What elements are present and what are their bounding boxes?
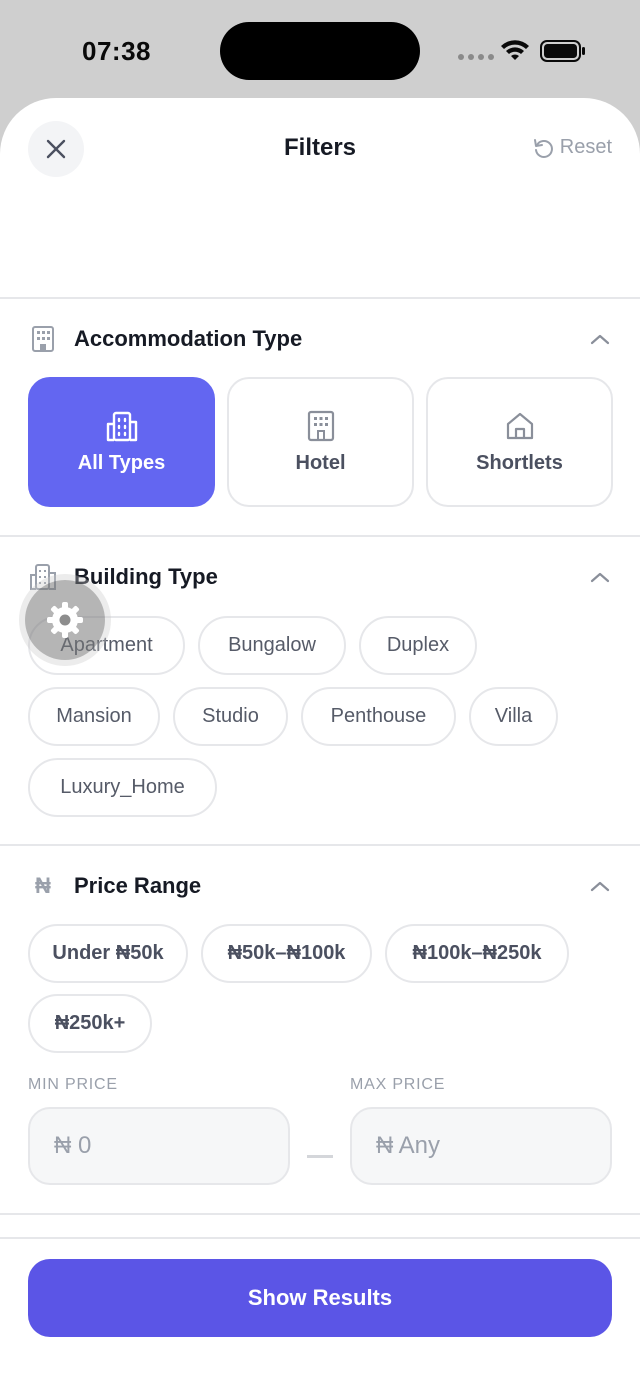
reset-button[interactable]: Reset <box>532 136 612 159</box>
accommodation-option-shortlets[interactable]: Shortlets <box>426 377 613 507</box>
naira-icon: ₦ <box>35 873 51 898</box>
reset-label: Reset <box>559 136 612 158</box>
battery-icon <box>540 40 585 62</box>
accommodation-option-label: All Types <box>77 451 166 474</box>
price-chip-50k-100k[interactable]: ₦50k–₦100k <box>201 924 372 983</box>
building-chip-luxury-home[interactable]: Luxury_Home <box>28 758 217 817</box>
building-chip-penthouse[interactable]: Penthouse <box>301 687 456 746</box>
chevron-up-icon[interactable] <box>588 565 612 589</box>
accommodation-option-label: Shortlets <box>476 451 563 474</box>
divider <box>0 535 640 537</box>
reset-icon <box>533 138 553 158</box>
divider <box>0 297 640 299</box>
accommodation-option-hotel[interactable]: Hotel <box>227 377 414 507</box>
building-icon <box>28 324 58 354</box>
show-results-button[interactable]: Show Results <box>28 1259 612 1337</box>
max-price-input[interactable]: ₦ Any <box>350 1107 612 1185</box>
divider <box>0 1213 640 1215</box>
min-price-input[interactable]: ₦ 0 <box>28 1107 290 1185</box>
price-chip-100k-250k[interactable]: ₦100k–₦250k <box>385 924 569 983</box>
divider <box>0 844 640 846</box>
range-separator <box>307 1155 333 1158</box>
wifi-icon <box>501 40 529 60</box>
building-chip-studio[interactable]: Studio <box>173 687 288 746</box>
price-section-header[interactable]: ₦ Price Range <box>28 866 612 906</box>
max-price-label: MAX PRICE <box>350 1076 446 1093</box>
status-time: 07:38 <box>82 36 151 66</box>
accommodation-option-all-types[interactable]: All Types <box>28 377 215 507</box>
price-section-title: Price Range <box>74 873 202 898</box>
price-chip-250k-plus[interactable]: ₦250k+ <box>28 994 152 1053</box>
accommodation-section-title: Accommodation Type <box>74 326 303 351</box>
chevron-up-icon[interactable] <box>588 327 612 351</box>
hotel-icon <box>307 410 334 441</box>
accommodation-section-header[interactable]: Accommodation Type <box>28 319 612 359</box>
floating-settings-button[interactable] <box>25 580 105 660</box>
building-chip-villa[interactable]: Villa <box>469 687 558 746</box>
min-price-label: MIN PRICE <box>28 1076 118 1093</box>
footer-divider <box>0 1237 640 1239</box>
cellular-signal-icon <box>458 54 494 60</box>
price-chip-under-50k[interactable]: Under ₦50k <box>28 924 188 983</box>
status-bar: 07:38 <box>0 0 640 100</box>
building-section-header[interactable]: Building Type <box>28 557 612 597</box>
dynamic-island <box>220 22 420 80</box>
building-chip-mansion[interactable]: Mansion <box>28 687 160 746</box>
building-chip-duplex[interactable]: Duplex <box>359 616 477 675</box>
gear-icon <box>47 602 83 638</box>
home-icon <box>506 412 533 439</box>
buildings-icon <box>106 411 137 441</box>
chevron-up-icon[interactable] <box>588 874 612 898</box>
building-section-title: Building Type <box>74 564 218 589</box>
building-chip-bungalow[interactable]: Bungalow <box>198 616 346 675</box>
accommodation-option-label: Hotel <box>295 451 346 474</box>
